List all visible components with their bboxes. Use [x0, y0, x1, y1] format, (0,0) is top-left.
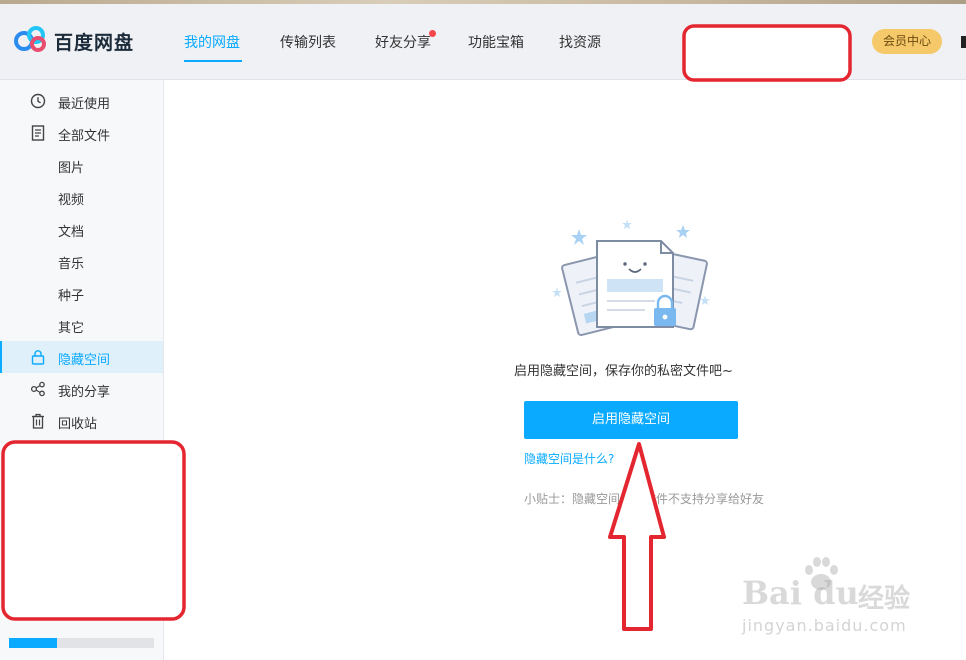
- storage-progress-bar: [9, 638, 154, 648]
- sidebar-item-hidden-space[interactable]: 隐藏空间: [0, 341, 163, 373]
- storage-usage-text: [9, 656, 69, 660]
- active-tab-underline: [184, 60, 242, 62]
- sidebar-item-images[interactable]: 图片: [0, 149, 163, 181]
- sidebar-item-label: 文档: [58, 225, 85, 240]
- sidebar-item-label: 图片: [58, 161, 85, 176]
- sidebar-item-music[interactable]: 音乐: [0, 245, 163, 277]
- tab-friend-share[interactable]: 好友分享: [375, 32, 431, 52]
- sidebar-item-label: 回收站: [58, 417, 98, 432]
- sidebar-item-label: 其它: [58, 321, 85, 336]
- vip-center-button[interactable]: 会员中心: [872, 29, 942, 54]
- window-control-edge: [961, 36, 966, 48]
- sidebar-item-my-shares[interactable]: 我的分享: [0, 373, 163, 405]
- sidebar-item-label: 隐藏空间: [58, 353, 111, 368]
- expand-storage-link[interactable]: [104, 656, 156, 660]
- baidu-paw-watermark-icon: [805, 557, 838, 590]
- baidu-netdisk-logo-icon: [14, 26, 46, 52]
- main-content: 启用隐藏空间，保存你的私密文件吧~ 启用隐藏空间 隐藏空间是什么? 小贴士：隐藏…: [164, 80, 966, 660]
- sidebar-item-torrents[interactable]: 种子: [0, 277, 163, 309]
- sidebar-item-label: 音乐: [58, 257, 85, 272]
- sidebar-item-label: 最近使用: [58, 97, 111, 112]
- sidebar-item-label: 我的分享: [58, 385, 111, 400]
- storage-progress-fill: [9, 638, 57, 648]
- tab-find-resources[interactable]: 找资源: [559, 32, 601, 52]
- lock-icon: [31, 350, 45, 365]
- hidden-space-illustration: [552, 219, 710, 337]
- sidebar-item-label: 视频: [58, 193, 85, 208]
- hidden-space-description: 启用隐藏空间，保存你的私密文件吧~: [514, 364, 733, 379]
- watermark-brand-cn: 经验: [858, 584, 911, 614]
- sidebar-item-documents[interactable]: 文档: [0, 213, 163, 245]
- sidebar-item-videos[interactable]: 视频: [0, 181, 163, 213]
- clock-icon: [30, 93, 46, 109]
- share-icon: [30, 381, 45, 397]
- sidebar: 最近使用 全部文件 图片 视频 文档 音乐 种子 其它 隐藏空间 我的分享 回收…: [0, 80, 164, 660]
- tab-transfer-list[interactable]: 传输列表: [280, 32, 336, 52]
- sidebar-item-other[interactable]: 其它: [0, 309, 163, 341]
- sidebar-item-label: 全部文件: [58, 129, 111, 144]
- what-is-hidden-space-link[interactable]: 隐藏空间是什么?: [524, 450, 614, 467]
- trash-icon: [32, 413, 44, 429]
- tab-my-netdisk[interactable]: 我的网盘: [184, 32, 240, 52]
- hidden-space-tip: 小贴士：隐藏空间中的文件不支持分享给好友: [524, 492, 765, 506]
- watermark-url: jingyan.baidu.com: [742, 616, 907, 635]
- top-navigation-bar: 百度网盘 我的网盘 传输列表 好友分享 功能宝箱 找资源 会员中心: [0, 4, 966, 80]
- sidebar-item-recycle-bin[interactable]: 回收站: [0, 405, 163, 437]
- app-name: 百度网盘: [54, 32, 135, 54]
- sidebar-item-all-files[interactable]: 全部文件: [0, 117, 163, 149]
- document-icon: [31, 125, 45, 141]
- notification-badge: [429, 30, 436, 37]
- enable-hidden-space-button[interactable]: 启用隐藏空间: [524, 401, 738, 439]
- tab-toolbox[interactable]: 功能宝箱: [468, 32, 524, 52]
- sidebar-item-label: 种子: [58, 289, 85, 304]
- sidebar-item-recent[interactable]: 最近使用: [0, 85, 163, 117]
